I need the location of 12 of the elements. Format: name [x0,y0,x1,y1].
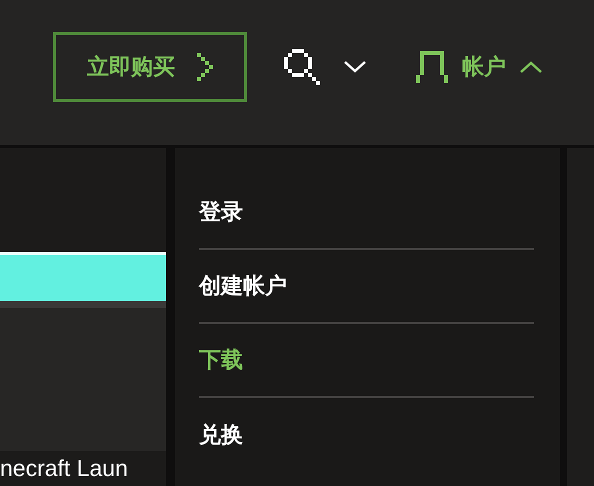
chevron-right-icon [197,52,213,80]
menu-item[interactable]: 登录 [199,197,243,227]
card-caption: necraft Laun [0,455,128,482]
menu-item[interactable]: 兑换 [199,420,243,450]
chevron-up-icon[interactable] [520,60,542,72]
menu-item[interactable]: 创建帐户 [199,271,287,301]
buy-now-button[interactable]: 立即购买 [53,32,247,102]
person-icon[interactable] [416,50,448,82]
search-icon[interactable] [284,48,320,84]
chevron-down-icon[interactable] [344,60,366,72]
menu-item[interactable]: 下载 [199,345,243,375]
account-label[interactable]: 帐户 [462,52,506,82]
